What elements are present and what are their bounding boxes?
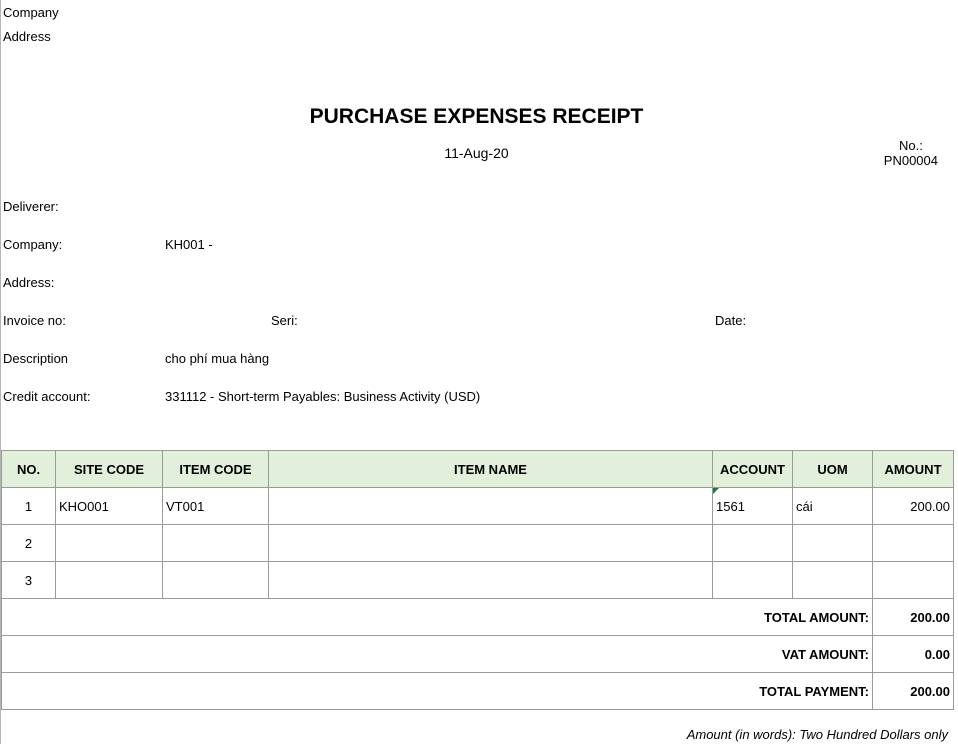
receipt-title: PURCHASE EXPENSES RECEIPT — [309, 105, 644, 128]
address-header-label: Address — [3, 29, 51, 44]
cell-account-text: 1561 — [716, 498, 745, 514]
total-amount-row: TOTAL AMOUNT: 200.00 — [1, 598, 954, 636]
cell-amount[interactable] — [872, 561, 954, 599]
cell-item-name[interactable] — [268, 561, 713, 599]
table-row: 2 — [1, 524, 954, 562]
table-row: 3 — [1, 561, 954, 599]
cell-item-code[interactable] — [162, 524, 269, 562]
receipt-date: 11-Aug-20 — [444, 145, 509, 161]
cell-item-code[interactable]: VT001 — [162, 487, 269, 525]
cell-amount[interactable]: 200.00 — [872, 487, 954, 525]
vat-amount-row: VAT AMOUNT: 0.00 — [1, 635, 954, 673]
vat-amount-label: VAT AMOUNT: — [1, 635, 873, 673]
deliverer-label: Deliverer: — [3, 199, 59, 214]
seri-label: Seri: — [271, 313, 298, 328]
cell-account[interactable]: 1561 — [712, 487, 793, 525]
table-row: 1 KHO001 VT001 1561 cái 200.00 — [1, 487, 954, 525]
company-header-label: Company — [3, 5, 59, 20]
cell-site-code[interactable] — [55, 524, 163, 562]
cell-item-code[interactable] — [162, 561, 269, 599]
address-label: Address: — [3, 275, 55, 290]
cell-no[interactable]: 2 — [1, 524, 56, 562]
company-label: Company: — [3, 237, 63, 252]
cell-site-code[interactable] — [55, 561, 163, 599]
cell-item-name[interactable] — [268, 487, 713, 525]
cell-item-name[interactable] — [268, 524, 713, 562]
description-value: cho phí mua hàng — [165, 351, 270, 366]
cell-uom[interactable]: cái — [792, 487, 873, 525]
description-label: Description — [3, 351, 69, 366]
invoice-date-label: Date: — [715, 313, 747, 328]
credit-account-label: Credit account: — [3, 389, 91, 404]
cell-site-code[interactable]: KHO001 — [55, 487, 163, 525]
invoice-no-label: Invoice no: — [3, 313, 66, 328]
cell-uom[interactable] — [792, 561, 873, 599]
cell-amount[interactable] — [872, 524, 954, 562]
voucher-number-label: No.: — [898, 138, 923, 153]
cell-no[interactable]: 1 — [1, 487, 56, 525]
cell-comment-indicator-icon — [713, 488, 719, 494]
voucher-number-value: PN00004 — [883, 153, 938, 168]
cell-account[interactable] — [712, 524, 793, 562]
amount-in-words: Amount (in words): Two Hundred Dollars o… — [686, 727, 948, 742]
total-amount-value[interactable]: 200.00 — [872, 598, 954, 636]
items-table: NO. SITE CODE ITEM CODE ITEM NAME ACCOUN… — [1, 450, 954, 710]
total-payment-row: TOTAL PAYMENT: 200.00 — [1, 672, 954, 710]
company-value: KH001 - — [165, 237, 213, 252]
total-payment-value[interactable]: 200.00 — [872, 672, 954, 710]
header-account: ACCOUNT — [712, 450, 793, 488]
total-amount-label: TOTAL AMOUNT: — [1, 598, 873, 636]
credit-account-value: 331112 - Short-term Payables: Business A… — [165, 389, 481, 404]
vat-amount-value[interactable]: 0.00 — [872, 635, 954, 673]
header-site-code: SITE CODE — [55, 450, 163, 488]
cell-account[interactable] — [712, 561, 793, 599]
header-no: NO. — [1, 450, 56, 488]
header-uom: UOM — [792, 450, 873, 488]
header-amount: AMOUNT — [872, 450, 954, 488]
header-item-name: ITEM NAME — [268, 450, 713, 488]
cell-uom[interactable] — [792, 524, 873, 562]
total-payment-label: TOTAL PAYMENT: — [1, 672, 873, 710]
header-item-code: ITEM CODE — [162, 450, 269, 488]
table-header-row: NO. SITE CODE ITEM CODE ITEM NAME ACCOUN… — [1, 450, 954, 488]
cell-no[interactable]: 3 — [1, 561, 56, 599]
voucher-number-block: No.: PN00004 — [884, 138, 938, 168]
